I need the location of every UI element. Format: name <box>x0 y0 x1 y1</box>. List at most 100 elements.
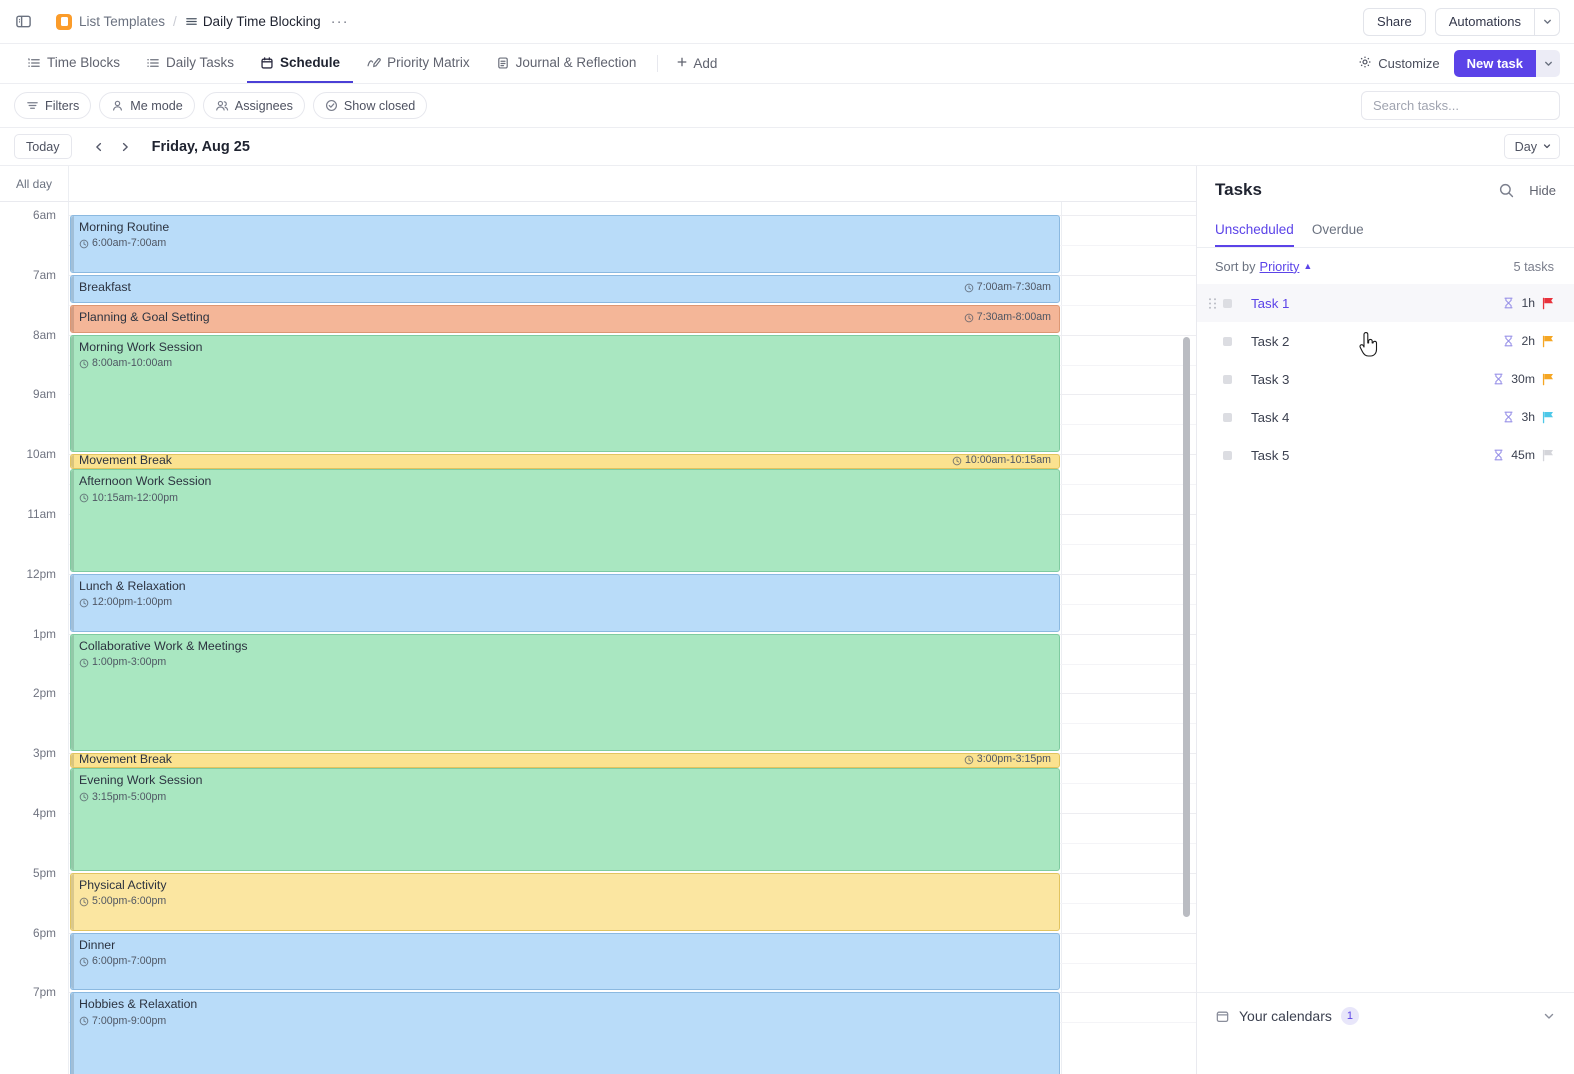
task-meta: 2h <box>1503 334 1554 348</box>
event-title: Movement Break <box>79 753 172 767</box>
task-row[interactable]: Task 43h <box>1197 398 1574 436</box>
calendar-event[interactable]: Morning Work Session8:00am-10:00am <box>70 335 1060 453</box>
calendar-event[interactable]: Afternoon Work Session10:15am-12:00pm <box>70 469 1060 572</box>
show-closed-button[interactable]: Show closed <box>313 92 427 119</box>
task-status-square[interactable] <box>1223 413 1232 422</box>
event-time: 10:15am-12:00pm <box>79 492 1051 505</box>
task-name: Task 4 <box>1251 410 1289 425</box>
view-mode-select[interactable]: Day <box>1504 134 1560 159</box>
search-icon[interactable] <box>1498 182 1515 199</box>
today-button[interactable]: Today <box>14 134 72 159</box>
event-time: 12:00pm-1:00pm <box>79 596 1051 609</box>
view-mode-label: Day <box>1515 140 1537 154</box>
tab-schedule[interactable]: Schedule <box>247 44 353 83</box>
hide-panel-button[interactable]: Hide <box>1529 183 1556 198</box>
day-grid[interactable]: Morning Routine6:00am-7:00amBreakfast7:0… <box>68 202 1196 1074</box>
calendar-scroll-area[interactable]: 6am7am8am9am10am11am12pm1pm2pm3pm4pm5pm6… <box>0 202 1196 1074</box>
tab-daily-tasks[interactable]: Daily Tasks <box>133 44 247 83</box>
add-view-button[interactable]: Add <box>666 44 727 83</box>
task-status-square[interactable] <box>1223 299 1232 308</box>
chevron-down-icon[interactable] <box>1536 50 1560 77</box>
top-bar: List Templates / Daily Time Blocking ···… <box>0 0 1574 44</box>
calendar-icon <box>1215 1009 1230 1024</box>
calendar-scrollbar[interactable] <box>1183 202 1190 1074</box>
clock-icon <box>79 658 89 668</box>
tab-unscheduled[interactable]: Unscheduled <box>1215 214 1294 247</box>
priority-flag-icon[interactable] <box>1542 373 1554 386</box>
task-status-square[interactable] <box>1223 451 1232 460</box>
task-list[interactable]: Task 11hTask 22hTask 330mTask 43hTask 54… <box>1197 284 1574 992</box>
tab-journal-reflection[interactable]: Journal & Reflection <box>483 44 650 83</box>
tab-overdue[interactable]: Overdue <box>1312 214 1364 247</box>
event-time: 6:00am-7:00am <box>79 237 1051 250</box>
chip-label: Assignees <box>235 99 293 113</box>
tab-time-blocks[interactable]: Time Blocks <box>14 44 133 83</box>
me-mode-button[interactable]: Me mode <box>99 92 195 119</box>
task-row[interactable]: Task 545m <box>1197 436 1574 474</box>
calendar-event[interactable]: Movement Break10:00am-10:15am <box>70 454 1060 469</box>
calendar-event[interactable]: Movement Break 3:00pm-3:15pm <box>70 753 1060 768</box>
task-row[interactable]: Task 22h <box>1197 322 1574 360</box>
automations-button[interactable]: Automations <box>1435 8 1534 36</box>
calendar-event[interactable]: Collaborative Work & Meetings1:00pm-3:00… <box>70 634 1060 752</box>
calendar-event[interactable]: Lunch & Relaxation12:00pm-1:00pm <box>70 574 1060 632</box>
task-status-square[interactable] <box>1223 375 1232 384</box>
task-row[interactable]: Task 330m <box>1197 360 1574 398</box>
drag-handle-icon[interactable] <box>1205 297 1219 310</box>
breadcrumb-more-button[interactable]: ··· <box>328 13 352 30</box>
calendar-event[interactable]: Dinner6:00pm-7:00pm <box>70 933 1060 991</box>
task-name: Task 5 <box>1251 448 1289 463</box>
your-calendars-section[interactable]: Your calendars 1 <box>1215 993 1556 1039</box>
event-time: 3:00pm-3:15pm <box>964 753 1051 766</box>
share-button[interactable]: Share <box>1363 8 1426 36</box>
calendar-scrollbar-thumb[interactable] <box>1183 337 1190 917</box>
tasks-panel-title: Tasks <box>1215 180 1262 200</box>
task-status-square[interactable] <box>1223 337 1232 346</box>
assignees-button[interactable]: Assignees <box>203 92 305 119</box>
tasks-panel: Tasks Hide Unscheduled Overdue Sort by P… <box>1196 166 1574 1074</box>
current-date-label: Friday, Aug 25 <box>152 139 250 155</box>
chevron-left-icon[interactable] <box>86 134 112 160</box>
sort-field-button[interactable]: Priority <box>1260 259 1300 274</box>
clock-icon <box>79 598 89 608</box>
chevron-down-icon[interactable] <box>1534 8 1560 36</box>
all-day-right-pad <box>1190 166 1196 201</box>
hour-label: 2pm <box>33 686 56 700</box>
search-input[interactable] <box>1361 91 1560 120</box>
all-day-dropzone[interactable] <box>68 166 1190 201</box>
calendar-event[interactable]: Planning & Goal Setting7:30am-8:00am <box>70 305 1060 333</box>
tab-priority-matrix[interactable]: Priority Matrix <box>353 44 483 83</box>
breadcrumb-workspace[interactable]: List Templates <box>79 14 165 29</box>
chevron-right-icon[interactable] <box>112 134 138 160</box>
new-task-button[interactable]: New task <box>1454 50 1536 77</box>
panel-toggle-icon[interactable] <box>10 9 36 35</box>
calendar-event[interactable]: Breakfast7:00am-7:30am <box>70 275 1060 303</box>
calendar-event[interactable]: Evening Work Session3:15pm-5:00pm <box>70 768 1060 871</box>
new-task-group: New task <box>1454 50 1560 77</box>
calendars-count-badge: 1 <box>1341 1007 1359 1025</box>
list-view-icon <box>146 56 160 70</box>
hour-label: 9am <box>33 387 56 401</box>
customize-button[interactable]: Customize <box>1354 55 1443 72</box>
priority-flag-icon[interactable] <box>1542 335 1554 348</box>
priority-flag-icon[interactable] <box>1542 449 1554 462</box>
all-day-row: All day <box>0 166 1196 202</box>
chevron-down-icon[interactable] <box>1542 1009 1556 1023</box>
event-time: 7:00pm-9:00pm <box>79 1015 1051 1028</box>
calendar-event[interactable]: Physical Activity5:00pm-6:00pm <box>70 873 1060 931</box>
tasks-panel-tabs: Unscheduled Overdue <box>1197 214 1574 248</box>
task-row[interactable]: Task 11h <box>1197 284 1574 322</box>
calendar-event[interactable]: Hobbies & Relaxation7:00pm-9:00pm <box>70 992 1060 1074</box>
filters-button[interactable]: Filters <box>14 92 91 119</box>
caret-up-icon[interactable]: ▲ <box>1303 261 1312 271</box>
event-title: Physical Activity <box>79 878 1051 893</box>
calendar-event[interactable]: Morning Routine6:00am-7:00am <box>70 215 1060 273</box>
breadcrumb-current[interactable]: Daily Time Blocking <box>185 14 321 29</box>
event-time: 7:30am-8:00am <box>964 311 1051 324</box>
priority-flag-icon[interactable] <box>1542 297 1554 310</box>
main-body: All day 6am7am8am9am10am11am12pm1pm2pm3p… <box>0 166 1574 1074</box>
task-duration: 30m <box>1511 372 1535 386</box>
list-view-icon <box>27 56 41 70</box>
calendars-footer: Your calendars 1 <box>1197 992 1574 1074</box>
priority-flag-icon[interactable] <box>1542 411 1554 424</box>
